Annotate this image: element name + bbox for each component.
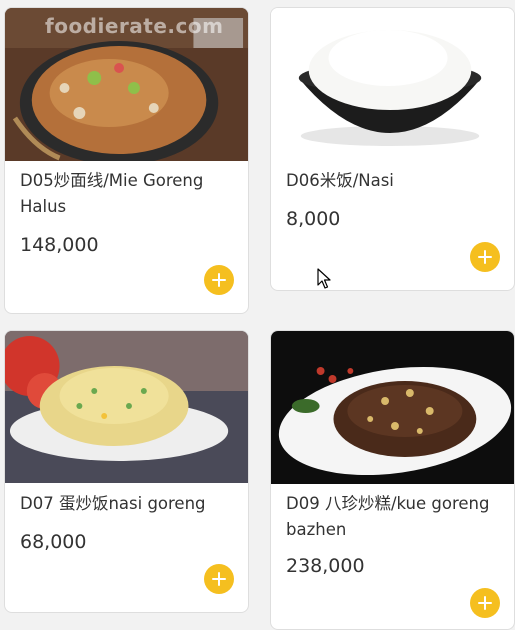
dish-name: D07 蛋炒饭nasi goreng [20, 494, 206, 513]
dish-name: D09 八珍炒糕/kue goreng bazhen [286, 494, 490, 539]
menu-card-d09[interactable]: D09 八珍炒糕/kue goreng bazhen 238,000 [270, 330, 515, 630]
plus-icon [478, 250, 492, 264]
add-to-cart-button[interactable] [470, 242, 500, 272]
mouse-cursor-icon [317, 268, 331, 289]
dish-name: D06米饭/Nasi [286, 171, 394, 190]
menu-card-d07[interactable]: D07 蛋炒饭nasi goreng 68,000 [4, 330, 249, 613]
dish-price: 148,000 [20, 234, 99, 256]
dish-photo-fried-cake [271, 331, 514, 484]
plus-icon [478, 596, 492, 610]
plus-icon [212, 572, 226, 586]
dish-price: 68,000 [20, 531, 87, 553]
menu-card-d05[interactable]: foodierate.com D05炒面线/Mie Goreng Halus 1… [4, 7, 249, 314]
menu-card-d06[interactable]: D06米饭/Nasi 8,000 [270, 7, 515, 291]
dish-photo-fried-rice [5, 331, 248, 483]
dish-photo-rice [271, 8, 514, 154]
watermark-text: foodierate.com [45, 14, 224, 38]
dish-price: 8,000 [286, 208, 341, 230]
add-to-cart-button[interactable] [470, 588, 500, 618]
add-to-cart-button[interactable] [204, 265, 234, 295]
add-to-cart-button[interactable] [204, 564, 234, 594]
plus-icon [212, 273, 226, 287]
dish-photo-fried-noodles: foodierate.com [5, 8, 248, 161]
dish-name: D05炒面线/Mie Goreng Halus [20, 171, 204, 216]
dish-price: 238,000 [286, 555, 365, 577]
